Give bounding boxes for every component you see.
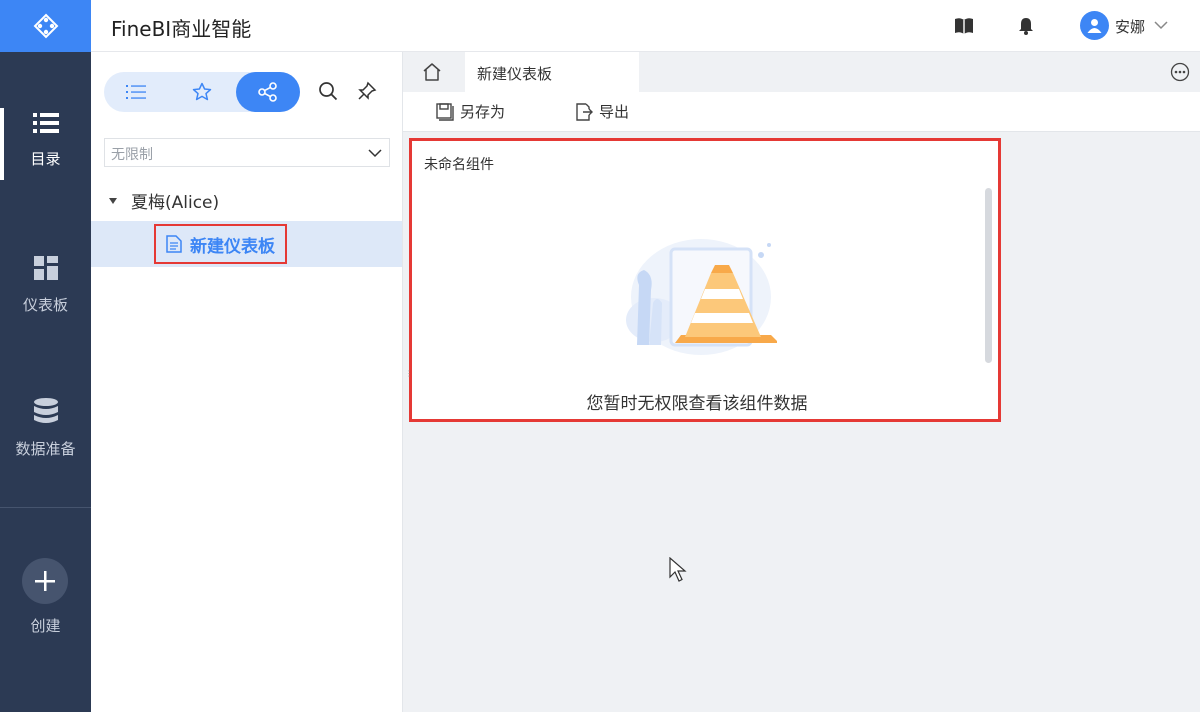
create-label: 创建: [30, 617, 61, 635]
widget-scrollbar[interactable]: [985, 188, 992, 363]
tree-folder-label: 夏梅(Alice): [131, 193, 220, 213]
logo-icon: [33, 13, 58, 39]
view-switcher: [104, 72, 300, 112]
create-button[interactable]: [22, 558, 68, 604]
tab-list-view[interactable]: [104, 72, 168, 112]
tree-item-label: 新建仪表板: [190, 236, 275, 257]
nav-item-data-prep[interactable]: 数据准备: [0, 398, 91, 459]
export-icon: [576, 102, 593, 121]
nav-item-label: 目录: [30, 150, 61, 168]
pin-icon[interactable]: [357, 81, 377, 101]
nav-item-label: 数据准备: [15, 440, 76, 458]
nav-item-label: 仪表板: [22, 296, 68, 314]
user-icon: [1087, 19, 1102, 33]
main-area: 新建仪表板 另存为 导出 未命名组件 您暂时无权限查看该组件数据 ⋮: [403, 52, 1200, 712]
home-icon: [423, 63, 441, 81]
username[interactable]: 安娜: [1115, 16, 1145, 37]
tab-shared[interactable]: [236, 72, 300, 112]
document-icon: [166, 235, 182, 253]
permission-filter-select[interactable]: 无限制: [104, 138, 390, 167]
tab-bar: 新建仪表板: [403, 52, 1200, 92]
export-label: 导出: [599, 103, 630, 121]
mouse-cursor-icon: [669, 557, 687, 582]
search-icon[interactable]: [318, 81, 338, 101]
share-icon: [258, 82, 277, 102]
more-options-icon[interactable]: [1170, 62, 1190, 82]
dashboard-grid-icon: [33, 256, 58, 280]
no-permission-illustration: [626, 239, 777, 355]
plus-icon: [35, 571, 55, 591]
dashboard-toolbar: 另存为 导出: [403, 92, 1200, 132]
save-as-label: 另存为: [460, 103, 506, 121]
tree-item-row[interactable]: 新建仪表板: [91, 221, 402, 267]
widget-title: 未命名组件: [424, 157, 494, 173]
tab-favorites[interactable]: [170, 72, 234, 112]
database-icon: [33, 398, 58, 423]
catalog-list-icon: [32, 113, 59, 133]
star-icon: [192, 82, 212, 101]
logo[interactable]: [0, 0, 91, 52]
caret-down-icon[interactable]: [109, 197, 117, 204]
save-as-button[interactable]: 另存为: [436, 101, 505, 122]
top-header: FineBI商业智能 安娜: [91, 0, 1200, 52]
chevron-down-icon: [368, 149, 382, 158]
bell-icon[interactable]: [1016, 16, 1036, 36]
tab-label: 新建仪表板: [477, 65, 553, 83]
app-title: FineBI商业智能: [111, 17, 252, 41]
left-nav: 目录 仪表板 数据准备 创建: [0, 0, 91, 712]
list-icon: [126, 85, 146, 99]
tree-folder-owner[interactable]: 夏梅(Alice): [109, 188, 219, 213]
resize-handle[interactable]: ⋮: [405, 370, 413, 378]
widget-card[interactable]: 未命名组件 您暂时无权限查看该组件数据: [409, 138, 1001, 422]
no-permission-message: 您暂时无权限查看该组件数据: [586, 394, 808, 414]
avatar[interactable]: [1080, 11, 1109, 40]
filter-value: 无限制: [111, 147, 153, 163]
tree-item-dashboard[interactable]: 新建仪表板: [154, 224, 287, 264]
tab-dashboard[interactable]: 新建仪表板: [465, 52, 639, 92]
nav-item-dashboard[interactable]: 仪表板: [0, 256, 91, 315]
home-tab[interactable]: [403, 52, 461, 92]
save-as-icon: [436, 102, 454, 121]
nav-divider: [0, 507, 91, 508]
nav-item-catalog[interactable]: 目录: [0, 108, 91, 180]
catalog-panel: 无限制 夏梅(Alice) 新建仪表板: [91, 52, 403, 712]
chevron-down-icon[interactable]: [1153, 17, 1169, 33]
book-icon[interactable]: [954, 16, 974, 36]
export-button[interactable]: 导出: [575, 101, 629, 122]
